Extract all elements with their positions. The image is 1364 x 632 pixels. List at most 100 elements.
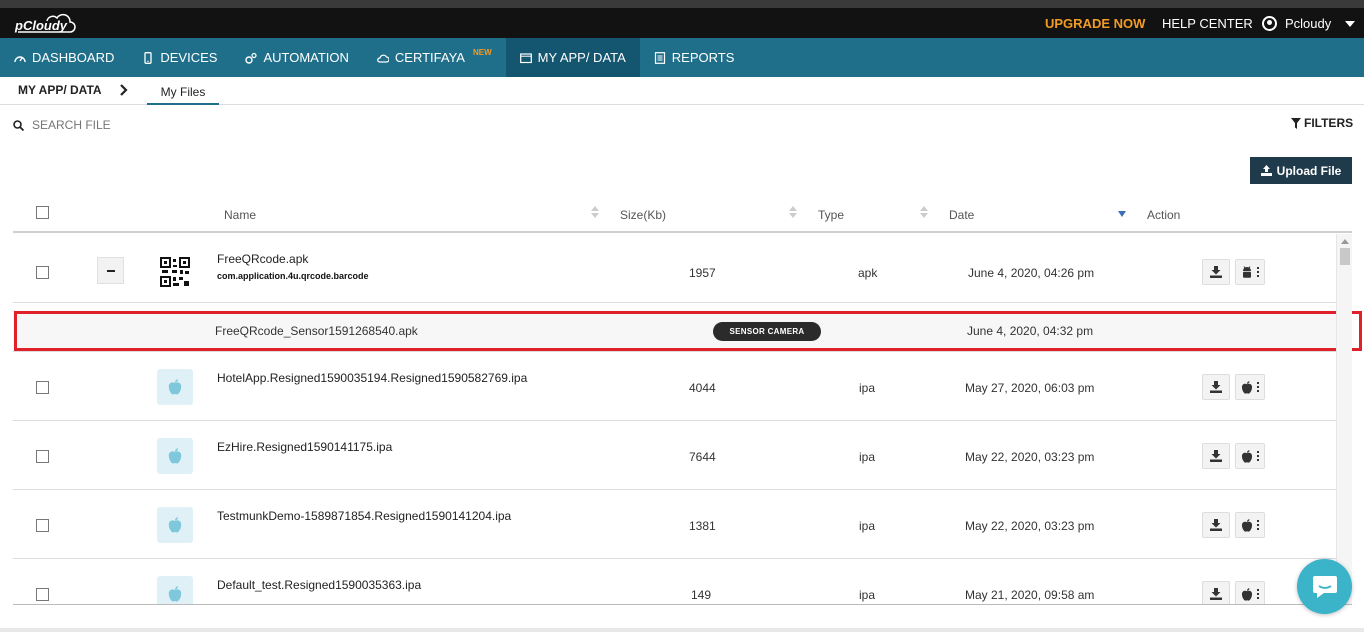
nav-dashboard-label: DASHBOARD [32, 50, 115, 65]
logo-text: pCloudy [15, 18, 67, 33]
table-row: HotelApp.Resigned1590035194.Resigned1590… [13, 352, 1336, 421]
breadcrumb-section: MY APP/ DATA [18, 83, 102, 97]
app-options-button[interactable] [1235, 512, 1265, 538]
apple-icon [168, 586, 182, 602]
apple-icon [1241, 587, 1253, 601]
file-name: Default_test.Resigned1590035363.ipa [217, 578, 422, 592]
dashboard-icon [14, 55, 26, 62]
column-action: Action [1147, 208, 1181, 222]
sort-name-icon[interactable] [591, 206, 599, 220]
file-size: 7644 [689, 450, 716, 464]
ios-app-tile [157, 507, 193, 543]
ios-app-tile [157, 438, 193, 474]
nav-devices-label: DEVICES [160, 50, 218, 65]
file-type: ipa [859, 450, 876, 464]
nav-devices[interactable]: DEVICES [128, 38, 231, 77]
table-scrollbar[interactable] [1336, 234, 1352, 604]
file-size: 1381 [689, 519, 716, 533]
user-menu[interactable]: Pcloudy [1262, 16, 1356, 31]
chat-bubble-icon [1312, 575, 1337, 598]
filter-icon [1291, 117, 1301, 129]
file-type: apk [858, 266, 878, 280]
android-icon [1243, 265, 1251, 278]
column-name[interactable]: Name [224, 208, 256, 222]
download-button[interactable] [1202, 581, 1230, 604]
upload-file-button[interactable]: Upload File [1250, 157, 1352, 184]
download-button[interactable] [1202, 259, 1230, 285]
nav-my-app-data[interactable]: MY APP/ DATA [505, 38, 640, 77]
nav-reports[interactable]: REPORTS [640, 38, 749, 77]
help-center-link[interactable]: HELP CENTER [1162, 16, 1253, 31]
browser-top-strip [0, 0, 1364, 8]
upload-file-label: Upload File [1276, 163, 1342, 178]
row-checkbox[interactable] [36, 381, 49, 394]
collapse-row-button[interactable] [97, 257, 124, 284]
download-icon [1210, 450, 1222, 462]
more-options-icon [1257, 267, 1259, 277]
table-header: Name Size(Kb) Type Date Action [13, 200, 1352, 233]
more-options-icon [1257, 589, 1259, 599]
sort-date-desc-icon[interactable] [1118, 211, 1126, 217]
file-type: ipa [859, 588, 876, 602]
download-button[interactable] [1202, 512, 1230, 538]
column-date[interactable]: Date [949, 208, 974, 222]
sort-size-icon[interactable] [789, 206, 797, 220]
table-row: Default_test.Resigned1590035363.ipa 149 … [13, 559, 1336, 604]
file-date: May 27, 2020, 06:03 pm [965, 381, 1095, 395]
row-checkbox[interactable] [36, 519, 49, 532]
folder-icon [519, 52, 532, 63]
nav-automation[interactable]: AUTOMATION [231, 38, 362, 77]
nav-dashboard[interactable]: DASHBOARD [0, 38, 128, 77]
file-name: TestmunkDemo-1589871854.Resigned15901412… [217, 509, 512, 523]
file-size: 4044 [689, 381, 716, 395]
scroll-thumb[interactable] [1340, 248, 1350, 265]
user-name: Pcloudy [1285, 16, 1332, 31]
app-options-button[interactable] [1235, 581, 1265, 604]
file-type: ipa [859, 519, 876, 533]
app-options-button[interactable] [1235, 443, 1265, 469]
user-avatar-icon [1262, 16, 1277, 31]
main-nav: DASHBOARD DEVICES AUTOMATION CERTIFAYA NE… [0, 38, 1364, 77]
new-badge: NEW [472, 48, 492, 57]
pcloudy-logo[interactable]: pCloudy [14, 12, 78, 34]
app-options-button[interactable] [1235, 374, 1265, 400]
nav-my-app-data-label: MY APP/ DATA [537, 50, 626, 65]
apple-icon [1241, 518, 1253, 532]
download-icon [1210, 381, 1222, 393]
tab-my-files[interactable]: My Files [147, 80, 219, 105]
app-options-button[interactable] [1235, 259, 1265, 285]
search-icon [13, 119, 24, 131]
row-checkbox[interactable] [36, 266, 49, 279]
nav-reports-label: REPORTS [671, 50, 735, 65]
file-table: FreeQRcode.apk com.application.4u.qrcode… [13, 234, 1336, 604]
apple-icon [1241, 449, 1253, 463]
file-name: EzHire.Resigned1590141175.ipa [217, 440, 393, 454]
column-type[interactable]: Type [818, 208, 844, 222]
nav-automation-label: AUTOMATION [263, 50, 349, 65]
row-checkbox[interactable] [36, 450, 49, 463]
apple-icon [168, 379, 182, 395]
gears-icon [245, 52, 258, 64]
more-options-icon [1257, 451, 1259, 461]
search-bar [13, 118, 232, 132]
nav-certifaya[interactable]: CERTIFAYA NEW [363, 38, 506, 77]
download-button[interactable] [1202, 374, 1230, 400]
chat-button[interactable] [1297, 559, 1352, 614]
column-size[interactable]: Size(Kb) [620, 208, 666, 222]
file-type: ipa [859, 381, 876, 395]
file-date: May 22, 2020, 03:23 pm [965, 450, 1095, 464]
apple-icon [168, 448, 182, 464]
cloud-icon [377, 54, 389, 63]
app-header: pCloudy UPGRADE NOW HELP CENTER Pcloudy [0, 8, 1364, 38]
row-checkbox[interactable] [36, 588, 49, 601]
download-button[interactable] [1202, 443, 1230, 469]
qr-code-app-icon [160, 257, 190, 287]
sort-type-icon[interactable] [920, 206, 928, 220]
upgrade-now-link[interactable]: UPGRADE NOW [1045, 16, 1145, 31]
scroll-up-arrow-icon[interactable] [1341, 239, 1349, 244]
select-all-checkbox[interactable] [36, 206, 49, 219]
search-input[interactable] [32, 118, 232, 132]
breadcrumb: MY APP/ DATA My Files [0, 77, 1364, 105]
more-options-icon [1257, 520, 1259, 530]
filters-button[interactable]: FILTERS [1291, 116, 1353, 130]
